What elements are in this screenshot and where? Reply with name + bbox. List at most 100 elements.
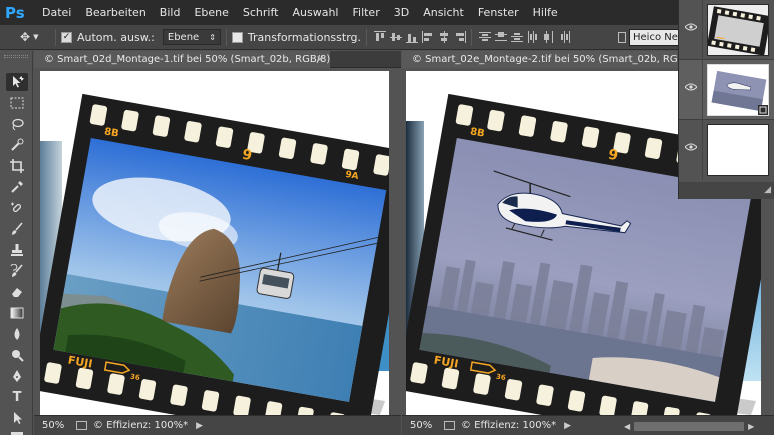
type-tool-icon[interactable]: T (6, 388, 28, 406)
layer-thumbnail-smart[interactable] (707, 64, 769, 116)
eye-icon[interactable] (684, 23, 698, 35)
distribute-vcenter-icon[interactable] (495, 31, 508, 43)
align-left-icon[interactable] (422, 31, 434, 43)
layer-thumbnail-background[interactable] (707, 124, 769, 176)
film-frame-count: 36 (129, 373, 140, 383)
doc-tab-title: © Smart_02e_Montage-2.tif bei 50% (Smart… (412, 54, 678, 65)
quick-select-icon[interactable] (6, 136, 28, 154)
layer-divider (702, 120, 703, 180)
align-bottom-icon[interactable] (406, 31, 419, 43)
menu-ansicht[interactable]: Ansicht (416, 0, 471, 25)
tool-preset-picker[interactable]: ✥ ▼ (20, 30, 50, 44)
transform-label: Transformationsstrg. (247, 30, 362, 44)
separator (225, 28, 227, 46)
export-icon[interactable] (76, 421, 87, 430)
eye-icon[interactable] (684, 143, 698, 155)
eye-icon[interactable] (684, 83, 698, 95)
chevron-down-icon: ▼ (33, 33, 39, 41)
document-window-1: © Smart_02d_Montage-1.tif bei 50% (Smart… (34, 51, 401, 435)
menu-auswahl[interactable]: Auswahl (285, 0, 345, 25)
menu-bar: Ps Datei Bearbeiten Bild Ebene Schrift A… (0, 0, 774, 25)
layer-row-smart-photo[interactable] (679, 60, 774, 120)
lasso-tool-icon[interactable] (6, 115, 28, 133)
history-brush-icon[interactable] (6, 262, 28, 280)
layers-panel-footer: ◢ (679, 182, 774, 199)
align-top-icon[interactable] (374, 31, 387, 43)
updown-icon: ⇕ (209, 32, 216, 42)
statusbar-1: 50% © Effizienz: 100%* ▶ (34, 415, 401, 435)
zoom-level[interactable]: 50% (42, 420, 70, 431)
align-vcenter-icon[interactable] (390, 31, 403, 43)
layer-row-background[interactable] (679, 120, 774, 182)
options-bar: ✥ ▼ ✓ Autom. ausw.: Ebene ⇕ Transformati… (0, 25, 774, 50)
scrollbar-thumb[interactable] (634, 421, 745, 431)
menu-ebene[interactable]: Ebene (187, 0, 235, 25)
layer-row-film-frame[interactable] (679, 0, 774, 60)
menu-bearbeiten[interactable]: Bearbeiten (78, 0, 152, 25)
dodge-icon[interactable] (6, 346, 28, 364)
move-arrow-icon: ✥ (20, 30, 31, 44)
eraser-icon[interactable] (6, 283, 28, 301)
transform-checkbox[interactable] (231, 31, 243, 43)
film-frame-count: 36 (495, 373, 506, 383)
move-tool-icon[interactable] (6, 73, 28, 91)
menu-fenster[interactable]: Fenster (471, 0, 526, 25)
eyedropper-icon[interactable] (6, 178, 28, 196)
clone-stamp-icon[interactable] (6, 241, 28, 259)
auto-select-dropdown[interactable]: Ebene ⇕ (162, 29, 221, 45)
scroll-right-icon[interactable]: ▶ (748, 422, 754, 431)
toolbox-grip[interactable] (4, 55, 28, 58)
doc-tab-2[interactable]: © Smart_02e_Montage-2.tif bei 50% (Smart… (402, 51, 678, 68)
align-hcenter-icon[interactable] (438, 31, 450, 43)
efficiency-readout: © Effizienz: 100%* (93, 420, 189, 431)
scroll-left-icon[interactable]: ◀ (624, 422, 630, 431)
menu-hilfe[interactable]: Hilfe (526, 0, 565, 25)
menu-datei[interactable]: Datei (35, 0, 78, 25)
distribute-buttons (479, 31, 571, 43)
toolbox: T (0, 51, 33, 435)
brush-tool-icon[interactable] (6, 220, 28, 238)
canvas-1: 8B 9 9A 9B FUJI 36 (34, 69, 401, 415)
distribute-right-icon[interactable] (559, 31, 571, 43)
export-icon[interactable] (444, 421, 455, 430)
distribute-left-icon[interactable] (527, 31, 539, 43)
menu-filter[interactable]: Filter (345, 0, 386, 25)
crop-tool-icon[interactable] (6, 157, 28, 175)
auto-select-checkbox[interactable]: ✓ (61, 31, 72, 43)
healing-brush-icon[interactable] (6, 199, 28, 217)
separator (471, 28, 473, 46)
auto-select-value: Ebene (167, 31, 200, 43)
gradient-icon[interactable] (6, 304, 28, 322)
film-montage-1: 8B 9 9A 9B FUJI 36 (40, 93, 389, 415)
distribute-hcenter-icon[interactable] (543, 31, 555, 43)
rectangle-tool-icon[interactable] (6, 427, 28, 435)
doc-tab-1[interactable]: © Smart_02d_Montage-1.tif bei 50% (Smart… (34, 51, 330, 68)
blur-icon[interactable] (6, 325, 28, 343)
layers-panel: ◢ (678, 0, 774, 199)
align-right-icon[interactable] (454, 31, 467, 43)
separator (55, 28, 56, 46)
status-menu-arrow[interactable]: ▶ (196, 421, 203, 431)
panel-grip-icon[interactable]: ◢ (764, 185, 771, 195)
auto-select-label: Autom. ausw.: (77, 30, 155, 44)
marquee-tool-icon[interactable] (6, 94, 28, 112)
horizontal-scrollbar[interactable]: ◀ ▶ (624, 416, 774, 435)
distribute-top-icon[interactable] (479, 31, 492, 43)
preset-icon (618, 32, 626, 43)
align-buttons (374, 31, 467, 43)
close-icon[interactable]: × (316, 51, 324, 68)
layer-divider (702, 60, 703, 120)
artboard-1: 8B 9 9A 9B FUJI 36 (40, 71, 389, 415)
efficiency-readout: © Effizienz: 100%* (461, 420, 557, 431)
menu-3d[interactable]: 3D (387, 0, 416, 25)
pen-icon[interactable] (6, 367, 28, 385)
zoom-level[interactable]: 50% (410, 420, 438, 431)
status-menu-arrow[interactable]: ▶ (564, 421, 571, 431)
photoshop-window: Ps Datei Bearbeiten Bild Ebene Schrift A… (0, 0, 774, 435)
layer-thumbnail-film[interactable] (707, 4, 769, 56)
path-select-icon[interactable] (6, 409, 28, 427)
menu-schrift[interactable]: Schrift (236, 0, 286, 25)
film-frame-1: 8B 9 9A 9B FUJI 36 (40, 93, 389, 415)
menu-bild[interactable]: Bild (153, 0, 188, 25)
distribute-bottom-icon[interactable] (511, 31, 524, 43)
